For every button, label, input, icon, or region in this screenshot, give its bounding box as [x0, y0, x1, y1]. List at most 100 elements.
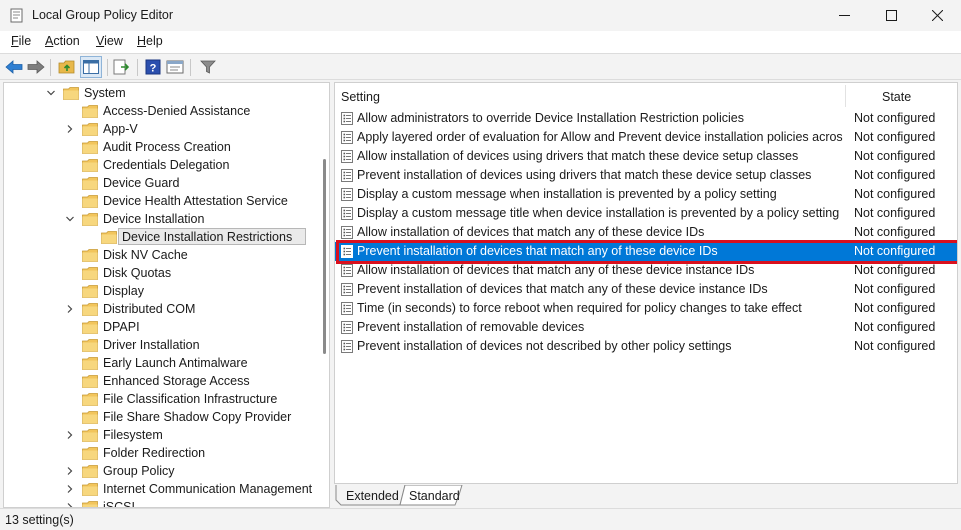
maximize-button[interactable]	[868, 0, 914, 31]
menu-help-label: elp	[146, 34, 163, 48]
filter-button[interactable]	[198, 57, 218, 77]
tree-item[interactable]: Internet Communication Management	[4, 480, 318, 498]
tree-item-label: Device Installation	[103, 212, 205, 226]
tree-item[interactable]: Device Installation	[4, 210, 318, 228]
menu-file[interactable]: File	[11, 34, 31, 48]
setting-name: Display a custom message title when devi…	[357, 206, 840, 220]
tab-extended[interactable]: Extended	[346, 489, 399, 510]
up-button[interactable]	[57, 57, 77, 77]
menu-help[interactable]: Help	[137, 34, 163, 48]
folder-icon	[82, 483, 98, 496]
policy-setting-icon	[341, 150, 353, 163]
chevron-right-icon[interactable]	[65, 466, 75, 476]
tree-item[interactable]: Access-Denied Assistance	[4, 102, 318, 120]
tree-item[interactable]: DPAPI	[4, 318, 318, 336]
tree-scrollbar-thumb[interactable]	[323, 159, 326, 354]
policy-setting-icon	[341, 188, 353, 201]
tree-pane[interactable]: System Access-Denied Assistance App-V Audit…	[3, 82, 330, 508]
setting-row[interactable]: Allow administrators to override Device …	[335, 109, 957, 128]
minimize-button[interactable]	[821, 0, 867, 31]
tree-item[interactable]: iSCSI	[4, 498, 318, 507]
tree-item[interactable]: File Classification Infrastructure	[4, 390, 318, 408]
folder-icon	[63, 87, 79, 100]
setting-name: Allow installation of devices that match…	[357, 263, 755, 277]
chevron-right-icon[interactable]	[65, 304, 75, 314]
setting-row[interactable]: Prevent installation of removable device…	[335, 318, 957, 337]
export-list-button[interactable]	[112, 57, 132, 77]
tree-item[interactable]: Device Guard	[4, 174, 318, 192]
chevron-down-icon[interactable]	[65, 214, 75, 224]
policy-setting-icon	[341, 340, 353, 353]
tree-item-label: Credentials Delegation	[103, 158, 230, 172]
help-button[interactable]: ?	[143, 57, 163, 77]
tree-item[interactable]: Driver Installation	[4, 336, 318, 354]
tree-item[interactable]: System	[4, 84, 318, 102]
tree-item[interactable]: Device Installation Restrictions	[4, 228, 318, 246]
tree-item[interactable]: Display	[4, 282, 318, 300]
chevron-right-icon[interactable]	[65, 430, 75, 440]
tree-item[interactable]: Enhanced Storage Access	[4, 372, 318, 390]
setting-row[interactable]: Display a custom message title when devi…	[335, 204, 957, 223]
folder-icon	[82, 123, 98, 136]
tree-item[interactable]: Device Health Attestation Service	[4, 192, 318, 210]
tree-item[interactable]: Credentials Delegation	[4, 156, 318, 174]
tree-item-label: Filesystem	[103, 428, 163, 442]
toolbar: ?	[0, 53, 961, 80]
setting-row[interactable]: Prevent installation of devices that mat…	[335, 280, 957, 299]
folder-icon	[82, 321, 98, 334]
folder-icon	[82, 429, 98, 442]
column-divider[interactable]	[845, 85, 846, 107]
column-header-state[interactable]: State	[882, 90, 911, 104]
tree-item[interactable]: Folder Redirection	[4, 444, 318, 462]
tree-item[interactable]: Early Launch Antimalware	[4, 354, 318, 372]
tree-item-label: App-V	[103, 122, 138, 136]
forward-button[interactable]	[26, 57, 46, 77]
status-text: 13 setting(s)	[5, 513, 74, 527]
tab-standard[interactable]: Standard	[409, 489, 460, 510]
policy-setting-icon	[341, 169, 353, 182]
setting-row[interactable]: Time (in seconds) to force reboot when r…	[335, 299, 957, 318]
setting-row[interactable]: Prevent installation of devices using dr…	[335, 166, 957, 185]
tree-item[interactable]: App-V	[4, 120, 318, 138]
back-button[interactable]	[4, 57, 24, 77]
tree-item[interactable]: Filesystem	[4, 426, 318, 444]
setting-row[interactable]: Allow installation of devices using driv…	[335, 147, 957, 166]
up-folder-icon	[58, 60, 75, 74]
setting-row[interactable]: Apply layered order of evaluation for Al…	[335, 128, 957, 147]
column-header: Setting State	[335, 83, 957, 108]
setting-row[interactable]: Prevent installation of devices not desc…	[335, 337, 957, 356]
setting-state: Not configured	[854, 149, 936, 163]
column-header-setting[interactable]: Setting	[341, 90, 380, 104]
folder-icon	[82, 249, 98, 262]
settings-list-pane[interactable]: Setting State Allow administrators to ov…	[334, 82, 958, 484]
folder-icon	[82, 195, 98, 208]
tree-item[interactable]: Disk Quotas	[4, 264, 318, 282]
chevron-down-icon[interactable]	[46, 88, 56, 98]
chevron-right-icon[interactable]	[65, 124, 75, 134]
tree-item-label: File Classification Infrastructure	[103, 392, 278, 406]
folder-icon	[82, 267, 98, 280]
tree-item[interactable]: Audit Process Creation	[4, 138, 318, 156]
chevron-right-icon[interactable]	[65, 484, 75, 494]
folder-icon	[82, 141, 98, 154]
tree-item[interactable]: Disk NV Cache	[4, 246, 318, 264]
setting-row[interactable]: Display a custom message when installati…	[335, 185, 957, 204]
tree-item-label: Driver Installation	[103, 338, 200, 352]
menu-action[interactable]: Action	[45, 34, 80, 48]
tree-item[interactable]: Group Policy	[4, 462, 318, 480]
tree-item[interactable]: Distributed COM	[4, 300, 318, 318]
tree-item[interactable]: File Share Shadow Copy Provider	[4, 408, 318, 426]
show-hide-tree-button[interactable]	[80, 56, 102, 78]
close-button[interactable]	[914, 0, 960, 31]
setting-name: Display a custom message when installati…	[357, 187, 777, 201]
setting-name: Allow administrators to override Device …	[357, 111, 744, 125]
setting-state: Not configured	[854, 168, 936, 182]
menu-view[interactable]: View	[96, 34, 123, 48]
properties-button[interactable]	[165, 57, 185, 77]
tree-item-label: Device Guard	[103, 176, 180, 190]
folder-icon	[82, 465, 98, 478]
menu-bar: File Action View Help	[0, 31, 961, 53]
folder-icon	[82, 303, 98, 316]
help-icon: ?	[145, 59, 161, 75]
tree-scrollbar[interactable]	[320, 83, 329, 507]
